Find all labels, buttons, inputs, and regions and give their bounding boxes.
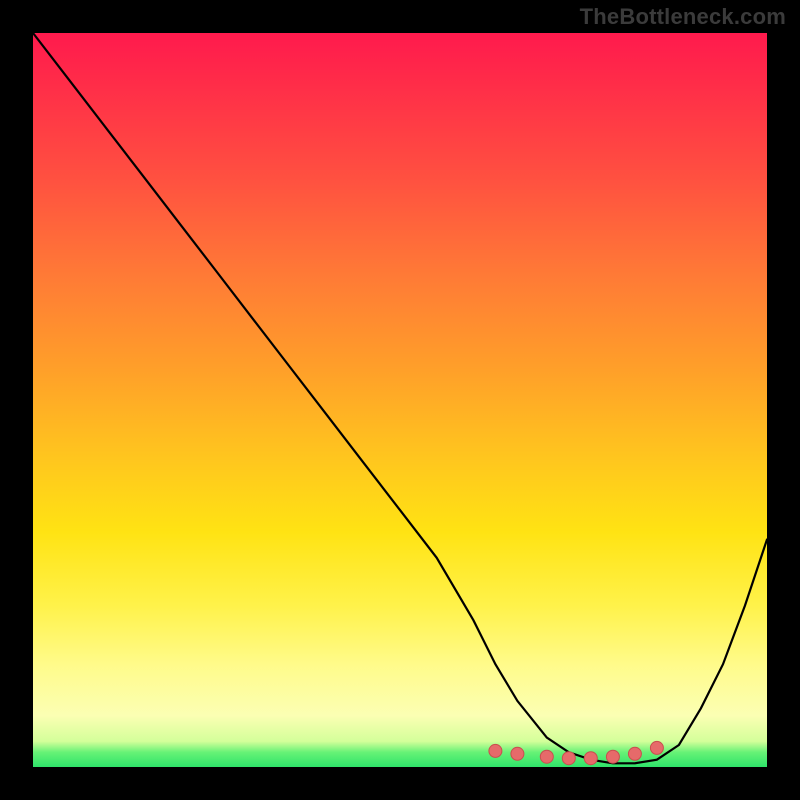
trough-marker (562, 752, 575, 765)
trough-marker (650, 741, 663, 754)
trough-marker (489, 744, 502, 757)
trough-marker (584, 752, 597, 765)
trough-markers (489, 741, 664, 764)
plot-area (33, 33, 767, 767)
trough-marker (540, 750, 553, 763)
bottleneck-curve (33, 33, 767, 763)
watermark-text: TheBottleneck.com (580, 4, 786, 30)
trough-marker (606, 750, 619, 763)
trough-marker (628, 747, 641, 760)
trough-marker (511, 747, 524, 760)
curve-layer (33, 33, 767, 767)
chart-frame: TheBottleneck.com (0, 0, 800, 800)
